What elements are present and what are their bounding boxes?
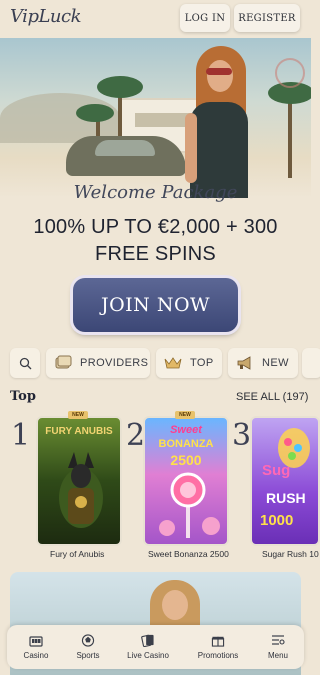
crown-icon (164, 357, 182, 369)
new-badge: NEW (68, 411, 88, 419)
sports-icon (81, 634, 95, 647)
game-art-title: 1000 (260, 512, 294, 529)
anubis-figure-art (59, 452, 103, 528)
game-art-title: Sug (262, 462, 291, 479)
stamp-art (275, 58, 305, 88)
game-card-sweet-bonanza-2500[interactable]: Sweet BONANZA 2500 (143, 416, 229, 546)
offer-text: 100% UP TO €2,000 + 300 FREE SPINS (33, 216, 278, 265)
filter-new[interactable]: NEW (228, 348, 298, 378)
section-title: Top (10, 389, 36, 404)
palm-tree-trunk (288, 93, 292, 178)
logo[interactable]: VipLuck (10, 6, 82, 27)
nav-casino-label: Casino (23, 651, 49, 660)
game-title[interactable]: Sweet Bonanza 2500 (148, 549, 229, 559)
nav-menu[interactable]: Menu (257, 625, 299, 669)
join-now-button[interactable]: JOIN NOW (73, 278, 238, 332)
nav-promotions-label: Promotions (197, 651, 239, 660)
gift-icon (211, 636, 225, 647)
filter-providers[interactable]: PROVIDERS (46, 348, 150, 378)
nav-sports[interactable]: Sports (63, 625, 113, 669)
palm-tree-leaves (97, 76, 143, 98)
woman-face-art (207, 60, 233, 92)
palm-tree-leaves (76, 104, 114, 122)
sunglasses-art (206, 68, 232, 75)
game-card-fury-of-anubis[interactable]: FURY ANUBIS (36, 416, 122, 546)
filter-more[interactable] (302, 348, 320, 378)
lollipop-art (159, 472, 220, 538)
welcome-heading: Welcome Package (73, 182, 238, 203)
hero-banner (0, 38, 311, 198)
filter-top[interactable]: TOP (156, 348, 222, 378)
providers-icon (55, 355, 72, 369)
nav-menu-label: Menu (267, 651, 288, 660)
register-button[interactable]: REGISTER (234, 4, 300, 32)
header: VipLuck LOG IN REGISTER (0, 0, 311, 38)
promo-woman-face-art (162, 590, 188, 620)
woman-arm-art (185, 113, 197, 183)
menu-icon (272, 635, 285, 645)
new-badge: NEW (175, 411, 195, 419)
nav-live-casino[interactable]: Live Casino (119, 625, 177, 669)
megaphone-icon (237, 356, 251, 370)
car-window-art (95, 140, 155, 156)
nav-sports-label: Sports (76, 651, 100, 660)
casino-icon (29, 636, 43, 647)
search-button[interactable] (10, 348, 40, 378)
see-all-link[interactable]: SEE ALL (197) (236, 391, 308, 403)
rank-number: 1 (11, 418, 31, 453)
filter-providers-label: PROVIDERS (80, 357, 149, 369)
game-art-title: RUSH (266, 490, 306, 506)
nav-live-casino-label: Live Casino (127, 651, 169, 660)
game-title[interactable]: Sugar Rush 10 (262, 549, 319, 559)
filter-new-label: NEW (262, 357, 289, 369)
nav-promotions[interactable]: Promotions (187, 625, 249, 669)
game-title[interactable]: Fury of Anubis (50, 549, 104, 559)
live-casino-icon (141, 634, 154, 647)
search-icon (19, 357, 31, 369)
nav-casino[interactable]: Casino (13, 625, 59, 669)
game-card-sugar-rush[interactable]: Sug RUSH 1000 (250, 416, 320, 546)
bottom-nav: Casino Sports Live Casino Promotions Men… (7, 625, 304, 669)
filter-top-label: TOP (190, 357, 214, 369)
login-button[interactable]: LOG IN (180, 4, 230, 32)
rank-number: 3 (232, 418, 252, 453)
